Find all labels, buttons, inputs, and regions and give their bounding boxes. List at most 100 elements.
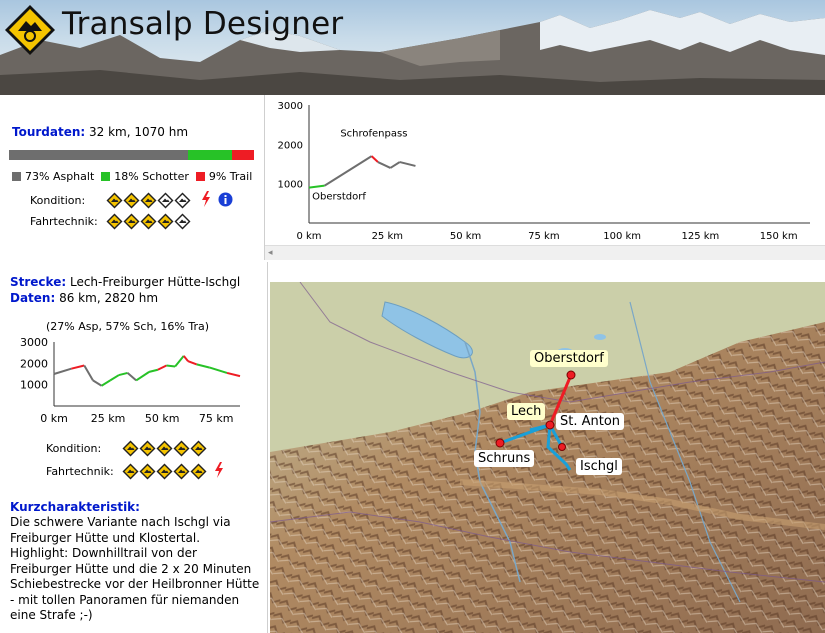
y-tick-label: 3000 (278, 101, 303, 112)
legend-trail: 9% Trail (195, 170, 252, 183)
surface-distribution-bar (9, 150, 254, 160)
annotation-oberstdorf: Oberstdorf (312, 191, 366, 202)
route-fahrtechnik-diamond-icon (139, 463, 156, 480)
y-tick-label: 1000 (20, 379, 48, 392)
route-kondition-diamond-icon (190, 440, 207, 457)
map-label-st-anton[interactable]: St. Anton (556, 413, 625, 430)
kondition-label: Kondition: (30, 194, 86, 207)
x-tick-label: 75 km (199, 412, 234, 424)
profile-segment (196, 363, 210, 369)
route-kondition-rating (122, 440, 207, 457)
surface-bar-asphalt (9, 150, 188, 160)
fahrtechnik-diamond-icon (106, 213, 123, 230)
profile-segment (399, 161, 416, 167)
tour-kondition-row: Kondition: (30, 191, 233, 210)
route-surface-percent: (27% Asp, 57% Sch, 16% Tra) (46, 320, 210, 333)
profile-segment (174, 355, 185, 368)
fahrtechnik-label: Fahrtechnik: (30, 215, 98, 228)
tour-data: Tourdaten: 32 km, 1070 hm (12, 125, 188, 139)
app-header: Transalp Designer (0, 0, 825, 95)
relief-map[interactable]: Oberstdorf Lech St. Anton Schruns Ischgl (270, 282, 825, 633)
kondition-rating (106, 192, 191, 209)
x-tick-label: 125 km (682, 231, 720, 242)
kondition-diamond-icon (174, 192, 191, 209)
strecke-value: Lech-Freiburger Hütte-Ischgl (66, 275, 241, 289)
route-kondition-diamond-icon (156, 440, 173, 457)
app-title: Transalp Designer (62, 6, 344, 42)
route-fahrtechnik-row: Fahrtechnik: (46, 462, 225, 481)
x-tick-label: 50 km (145, 412, 180, 424)
marker-schruns[interactable] (495, 438, 505, 448)
x-tick-label: 150 km (760, 231, 798, 242)
kondition-diamond-icon (123, 192, 140, 209)
kondition-diamond-icon (106, 192, 123, 209)
route-kondition-label: Kondition: (46, 442, 102, 455)
tour-fahrtechnik-row: Fahrtechnik: (30, 213, 191, 230)
route-fahrtechnik-diamond-icon (156, 463, 173, 480)
route-fahrtechnik-diamond-icon (173, 463, 190, 480)
profile-segment (209, 366, 228, 374)
route-fahrtechnik-diamond-icon (122, 463, 139, 480)
relief-map-image (270, 282, 825, 633)
fahrtechnik-diamond-icon (174, 213, 191, 230)
tour-data-label: Tourdaten: (12, 125, 86, 139)
map-label-oberstdorf[interactable]: Oberstdorf (530, 350, 608, 367)
surface-bar-schotter (187, 150, 232, 160)
surface-legend: 73% Asphalt 18% Schotter 9% Trail (12, 170, 252, 183)
x-tick-label: 0 km (40, 412, 68, 424)
tour-elevation-profile: 3000 2000 1000 0 km 25 km 50 km 75 km 100 km 125… (278, 101, 810, 242)
marker-ischgl[interactable] (558, 443, 566, 451)
map-label-ischgl[interactable]: Ischgl (576, 458, 622, 475)
strecke-label: Strecke: (10, 275, 67, 289)
kondition-diamond-icon (157, 192, 174, 209)
x-tick-label: 0 km (296, 231, 321, 242)
route-fahrtechnik-diamond-icon (190, 463, 207, 480)
tour-summary-panel: Tourdaten: 32 km, 1070 hm 73% Asphalt 18… (0, 95, 265, 260)
profile-segment (226, 371, 241, 378)
profile-segment (389, 161, 401, 169)
legend-schotter: 18% Schotter (101, 170, 189, 183)
route-elevation-profile: 3000 2000 1000 0 km 25 km 50 km 75 km (20, 336, 241, 424)
legend-asphalt: 73% Asphalt (12, 170, 94, 183)
daten-label: Daten: (10, 291, 56, 305)
route-detail-panel: Strecke: Lech-Freiburger Hütte-Ischgl Da… (0, 262, 268, 633)
profile-segment (324, 155, 373, 187)
profile-segment (126, 372, 137, 382)
legend-swatch-trail (195, 172, 205, 181)
profile-segment (83, 364, 94, 381)
map-label-lech[interactable]: Lech (507, 403, 546, 420)
marker-oberstdorf[interactable] (566, 370, 576, 380)
route-kondition-diamond-icon (173, 440, 190, 457)
route-kondition-row: Kondition: (46, 440, 207, 457)
map-label-schruns[interactable]: Schruns (474, 450, 535, 467)
profile-segment (166, 364, 176, 368)
annotation-schrofenpass: Schrofenpass (340, 128, 407, 139)
kurzcharakteristik-text: Die schwere Variante nach Ischgl via Fre… (10, 515, 260, 622)
x-tick-label: 50 km (450, 231, 481, 242)
lightning-icon (200, 191, 212, 210)
profile-segment (118, 371, 128, 377)
y-tick-label: 2000 (278, 140, 303, 151)
profile-segment (135, 371, 150, 382)
kondition-diamond-icon (140, 192, 157, 209)
logo-icon[interactable] (4, 4, 56, 59)
scroll-left-icon[interactable]: ◂ (268, 248, 273, 258)
marker-st-anton[interactable] (545, 420, 555, 430)
info-icon[interactable] (218, 192, 233, 210)
x-tick-label: 25 km (372, 231, 403, 242)
profile-segment (71, 364, 85, 370)
route-header: Strecke: Lech-Freiburger Hütte-Ischgl Da… (10, 274, 240, 306)
daten-value: 86 km, 2820 hm (55, 291, 159, 305)
profile-segment (148, 368, 159, 373)
route-kondition-diamond-icon (122, 440, 139, 457)
legend-swatch-asphalt (12, 172, 21, 181)
y-tick-label: 3000 (20, 336, 48, 349)
x-tick-label: 25 km (91, 412, 126, 424)
profile-segment (92, 379, 103, 387)
fahrtechnik-rating (106, 213, 191, 230)
profile-segment (182, 355, 189, 362)
profile-segment (157, 364, 167, 371)
profile-scrollbar[interactable]: ◂ (265, 245, 825, 260)
lightning-icon (213, 462, 225, 481)
profile-segment (109, 374, 120, 382)
